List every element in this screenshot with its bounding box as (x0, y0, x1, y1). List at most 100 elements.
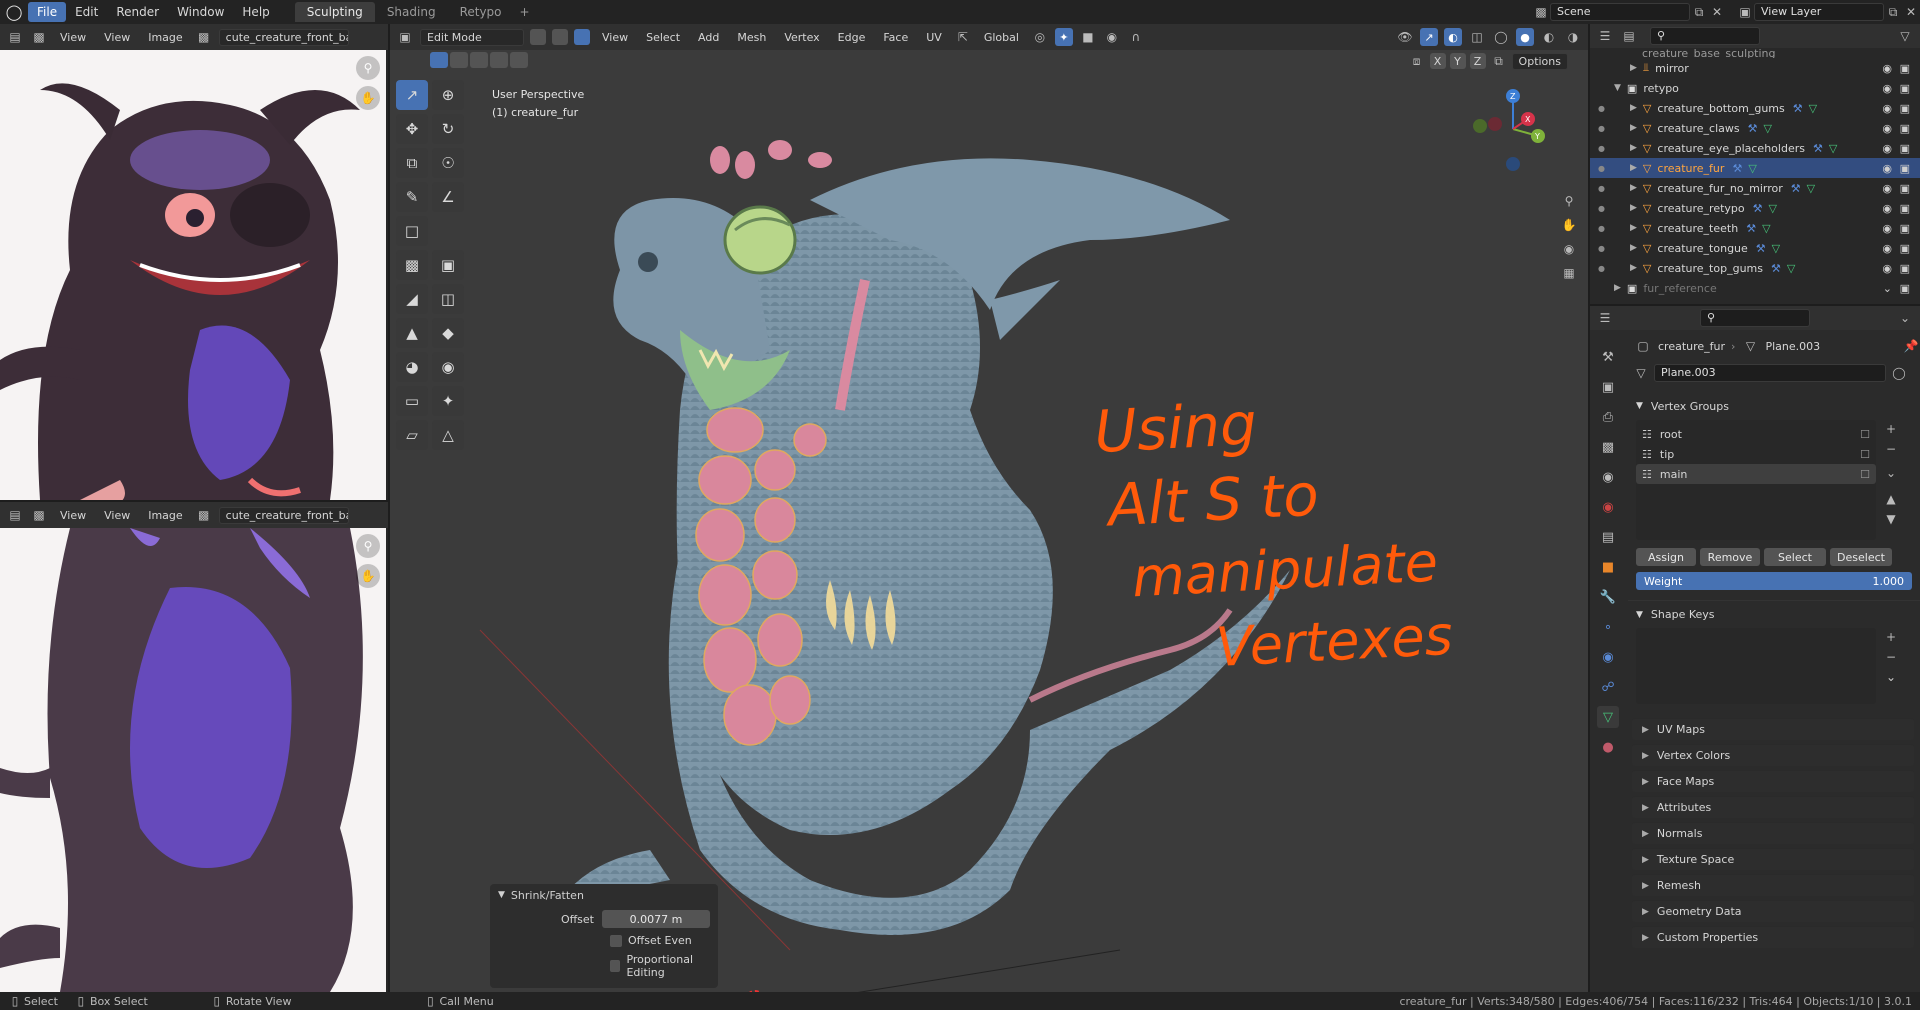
image-browse-icon[interactable]: ▩ (195, 506, 213, 524)
snap-target-icon[interactable]: ■ (1079, 28, 1097, 46)
expand-arrow-icon[interactable]: ▶ (1630, 203, 1637, 213)
mesh-data-tab-icon[interactable]: ▽ (1597, 706, 1619, 728)
menu-select[interactable]: Select (640, 29, 686, 46)
object-tab-icon[interactable]: ■ (1597, 556, 1619, 578)
menu-uv[interactable]: UV (920, 29, 948, 46)
expand-arrow-icon[interactable]: ▶ (1630, 243, 1637, 253)
lock-icon[interactable]: ☐ (1860, 468, 1870, 481)
modifier-tab-icon[interactable]: 🔧 (1597, 586, 1619, 608)
expand-arrow-icon[interactable]: ▶ (1630, 123, 1637, 133)
outliner-row[interactable]: ▼ ▣ retypo ◉ ▣ (1590, 78, 1920, 98)
hide-in-viewport-icon[interactable]: ◉ (1882, 202, 1892, 215)
mesh-data-icon[interactable]: ▽ (1809, 102, 1817, 115)
render-tab-icon[interactable]: ▣ (1597, 376, 1619, 398)
modifier-wrench-icon[interactable]: ⚒ (1791, 182, 1801, 195)
select-button[interactable]: Select (1764, 548, 1826, 566)
constraints-tab-icon[interactable]: ☍ (1597, 676, 1619, 698)
view-menu-2[interactable]: View (98, 507, 136, 524)
outliner-search-input[interactable]: ⚲ (1650, 27, 1760, 45)
outliner-row[interactable]: ● ▶ ▽ creature_top_gums ⚒ ▽ ◉ ▣ (1590, 258, 1920, 278)
expand-arrow-icon[interactable]: ▶ (1630, 103, 1637, 113)
new-scene-icon[interactable]: ⧉ (1690, 3, 1708, 21)
mesh-name-field[interactable]: Plane.003 (1654, 364, 1886, 382)
outliner-row[interactable]: ▶ ⫫ mirror ◉ ▣ (1590, 58, 1920, 78)
outliner-row[interactable]: ▶ ▣ fur_reference ⌄ ▣ (1590, 278, 1920, 298)
expand-arrow-icon[interactable]: ▶ (1630, 143, 1637, 153)
face-select-icon[interactable] (574, 29, 590, 45)
image-browse-icon[interactable]: ▩ (195, 28, 213, 46)
add-workspace-button[interactable]: + (514, 2, 536, 22)
outliner-row[interactable]: ● ▶ ▽ creature_tongue ⚒ ▽ ◉ ▣ (1590, 238, 1920, 258)
view-mode-icon[interactable]: ▩ (30, 28, 48, 46)
hide-in-viewport-icon[interactable]: ◉ (1882, 142, 1892, 155)
material-shading-icon[interactable]: ◐ (1540, 28, 1558, 46)
gizmo-icon[interactable]: ↗ (1420, 28, 1438, 46)
pan-hand-icon[interactable]: ✋ (356, 86, 380, 110)
hide-in-viewport-icon[interactable]: ◉ (1882, 182, 1892, 195)
offset-even-checkbox[interactable] (610, 934, 622, 947)
vertex-group-specials-icon[interactable]: ⌄ (1882, 464, 1900, 482)
proportional-editing-icon[interactable]: ◉ (1103, 28, 1121, 46)
vertex-select-icon[interactable] (530, 29, 546, 45)
disable-render-icon[interactable]: ▣ (1900, 102, 1910, 115)
options-chevron-icon[interactable]: ⌄ (1896, 309, 1914, 327)
pin-icon[interactable]: 📌 (1902, 337, 1920, 355)
menu-face[interactable]: Face (877, 29, 914, 46)
disable-render-icon[interactable]: ▣ (1900, 242, 1910, 255)
weight-slider[interactable]: Weight 1.000 (1636, 572, 1912, 590)
outliner-row[interactable]: ● ▶ ▽ creature_claws ⚒ ▽ ◉ ▣ (1590, 118, 1920, 138)
navigation-gizmo[interactable]: Z Y X (1468, 84, 1558, 174)
outliner-row[interactable]: ● ▶ ▽ creature_eye_placeholders ⚒ ▽ ◉ ▣ (1590, 138, 1920, 158)
visibility-dot-icon[interactable]: ● (1598, 124, 1605, 133)
modifier-wrench-icon[interactable]: ⚒ (1813, 142, 1823, 155)
move-down-icon[interactable]: ▼ (1882, 510, 1900, 528)
properties-section-header[interactable]: ▶ Geometry Data (1632, 900, 1914, 922)
proportional-row[interactable]: Proportional Editing (610, 953, 718, 979)
delete-view-layer-icon[interactable]: ✕ (1902, 3, 1920, 21)
zoom-icon[interactable]: ⚲ (356, 534, 380, 558)
vertex-groups-header[interactable]: ▼ Vertex Groups (1628, 392, 1920, 420)
mesh-browse-icon[interactable]: ▽ (1632, 364, 1650, 382)
view-menu[interactable]: View (54, 507, 92, 524)
outliner-row[interactable]: ● ▶ ▽ creature_fur_no_mirror ⚒ ▽ ◉ ▣ (1590, 178, 1920, 198)
ortho-toggle-icon[interactable]: ▦ (1560, 264, 1578, 282)
orientation-dropdown[interactable]: Global (978, 29, 1025, 46)
properties-section-header[interactable]: ▶ UV Maps (1632, 718, 1914, 740)
disable-render-icon[interactable]: ▣ (1900, 282, 1910, 295)
visibility-dot-icon[interactable]: ● (1598, 144, 1605, 153)
expand-arrow-icon[interactable]: ▶ (1614, 283, 1621, 293)
operator-panel-header[interactable]: ▼ Shrink/Fatten (490, 884, 718, 906)
hide-in-viewport-icon[interactable]: ◉ (1882, 102, 1892, 115)
image-name-field[interactable]: cute_creature_front_back. (218, 28, 349, 46)
collection-tab-icon[interactable]: ▤ (1597, 526, 1619, 548)
proportional-editing-checkbox[interactable] (610, 960, 621, 972)
add-shape-key-icon[interactable]: + (1882, 628, 1900, 646)
hide-in-viewport-icon[interactable]: ◉ (1882, 262, 1892, 275)
editor-type-icon[interactable]: ▤ (6, 28, 24, 46)
expand-arrow-icon[interactable]: ▼ (1614, 83, 1621, 93)
disable-render-icon[interactable]: ▣ (1900, 262, 1910, 275)
expand-arrow-icon[interactable]: ▶ (1630, 223, 1637, 233)
disable-render-icon[interactable]: ▣ (1900, 162, 1910, 175)
hide-in-viewport-icon[interactable]: ◉ (1882, 162, 1892, 175)
menu-render[interactable]: Render (107, 2, 168, 22)
outliner-row[interactable]: ● ▶ ▽ creature_bottom_gums ⚒ ▽ ◉ ▣ (1590, 98, 1920, 118)
visibility-dot-icon[interactable]: ● (1598, 224, 1605, 233)
menu-file[interactable]: File (28, 2, 67, 22)
disable-render-icon[interactable]: ▣ (1900, 182, 1910, 195)
image-name-field[interactable]: cute_creature_front_back. (218, 506, 349, 524)
hide-in-viewport-icon[interactable]: ⌄ (1883, 282, 1892, 295)
workspace-tab-shading[interactable]: Shading (375, 2, 448, 22)
snap-icon[interactable]: ✦ (1054, 28, 1073, 46)
disable-render-icon[interactable]: ▣ (1900, 62, 1910, 75)
modifier-wrench-icon[interactable]: ⚒ (1771, 262, 1781, 275)
modifier-wrench-icon[interactable]: ⚒ (1746, 222, 1756, 235)
hide-in-viewport-icon[interactable]: ◉ (1882, 122, 1892, 135)
pan-view-icon[interactable]: ✋ (1560, 216, 1578, 234)
remove-shape-key-icon[interactable]: − (1882, 648, 1900, 666)
menu-mesh[interactable]: Mesh (731, 29, 772, 46)
fake-user-icon[interactable]: ◯ (1890, 364, 1908, 382)
editor-type-icon[interactable]: ▣ (396, 28, 414, 46)
pan-hand-icon[interactable]: ✋ (356, 564, 380, 588)
menu-window[interactable]: Window (168, 2, 233, 22)
